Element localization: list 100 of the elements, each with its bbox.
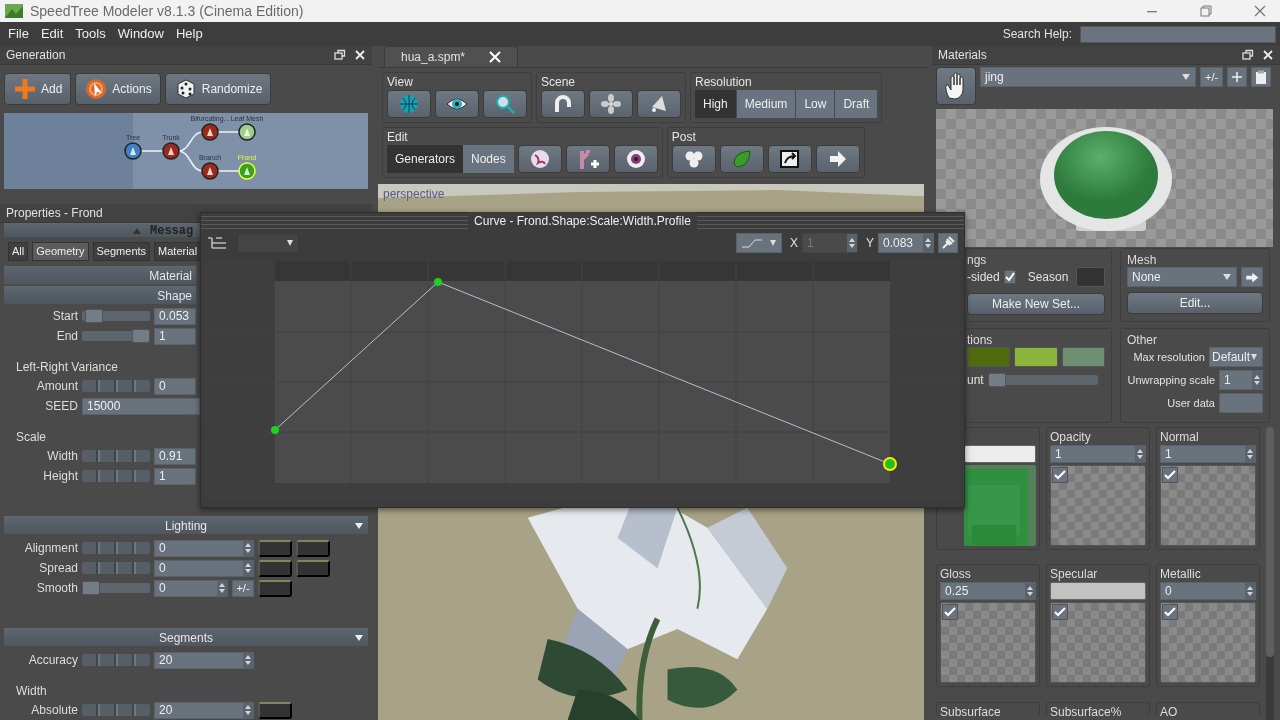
node-icon[interactable] bbox=[162, 142, 180, 160]
spin-arrows-icon[interactable] bbox=[1246, 448, 1254, 460]
spin-arrows-icon[interactable] bbox=[1253, 374, 1261, 386]
hierarchy-icon[interactable] bbox=[207, 236, 227, 250]
randomize-button[interactable]: Randomize bbox=[164, 73, 272, 105]
toggle-button[interactable]: +/- bbox=[232, 579, 254, 597]
number-field[interactable]: 1 bbox=[154, 467, 196, 485]
spin-arrows-icon[interactable] bbox=[244, 562, 252, 574]
toolbar-button[interactable] bbox=[565, 145, 610, 173]
number-field[interactable]: 0.053 bbox=[154, 307, 196, 325]
jog-wheel[interactable] bbox=[82, 542, 150, 554]
dropdown-arrow-icon[interactable] bbox=[354, 634, 364, 642]
checkbox[interactable] bbox=[1003, 270, 1016, 284]
checkbox[interactable] bbox=[1162, 604, 1178, 621]
spin-arrows-icon[interactable] bbox=[244, 654, 252, 666]
menu-item[interactable]: Help bbox=[169, 24, 209, 44]
number-field[interactable]: 1 bbox=[154, 327, 196, 345]
checkbox[interactable] bbox=[1052, 604, 1068, 621]
number-field[interactable]: 0 bbox=[154, 539, 254, 557]
toolbar-button[interactable] bbox=[483, 90, 527, 118]
spin-arrows-icon[interactable] bbox=[924, 237, 932, 249]
node-icon[interactable] bbox=[201, 123, 219, 141]
number-field[interactable]: 0.083 bbox=[878, 233, 934, 253]
number-field[interactable]: 0 bbox=[154, 377, 196, 395]
slider-track[interactable] bbox=[82, 331, 150, 341]
add-button[interactable] bbox=[1227, 67, 1248, 87]
number-field[interactable]: 0 bbox=[154, 559, 254, 577]
curve-button[interactable] bbox=[258, 579, 292, 597]
season-swatch[interactable] bbox=[1076, 267, 1105, 287]
mode-option[interactable]: Nodes bbox=[463, 145, 514, 173]
menu-item[interactable]: Window bbox=[111, 24, 170, 44]
color-swatch[interactable] bbox=[964, 445, 1036, 463]
scrollbar-thumb[interactable] bbox=[1266, 427, 1274, 657]
jog-wheel[interactable] bbox=[82, 562, 150, 574]
checkbox[interactable] bbox=[942, 604, 958, 621]
close-icon[interactable] bbox=[1254, 5, 1266, 17]
make-set-button[interactable]: Make New Set... bbox=[967, 293, 1105, 315]
section-header[interactable]: Material bbox=[4, 266, 196, 284]
curve-button[interactable] bbox=[258, 701, 292, 719]
checkbox[interactable] bbox=[1162, 467, 1178, 483]
number-field[interactable]: 20 bbox=[154, 651, 254, 669]
toolbar-button[interactable] bbox=[589, 90, 633, 118]
resolution-dropdown[interactable]: Default bbox=[1209, 347, 1263, 367]
resolution-option[interactable]: High bbox=[695, 90, 736, 118]
spin-arrows-icon[interactable] bbox=[1246, 585, 1254, 598]
menu-item[interactable]: Edit bbox=[34, 24, 70, 44]
clipboard-button[interactable] bbox=[1251, 67, 1272, 87]
color-swatch[interactable] bbox=[967, 347, 1011, 367]
tab[interactable]: Material bbox=[154, 242, 202, 261]
material-dropdown[interactable]: jing bbox=[980, 67, 1196, 87]
number-field[interactable]: 1 bbox=[1160, 445, 1256, 463]
toolbar-button[interactable] bbox=[671, 145, 716, 173]
color-swatch[interactable] bbox=[1061, 347, 1105, 367]
color-swatch[interactable] bbox=[1050, 582, 1146, 601]
toolbar-button[interactable] bbox=[517, 145, 562, 173]
float-icon[interactable] bbox=[334, 49, 346, 61]
section-header[interactable]: Segments bbox=[4, 628, 368, 646]
curve-button[interactable] bbox=[258, 559, 292, 577]
number-field[interactable]: 1 bbox=[1219, 370, 1263, 390]
jog-wheel[interactable] bbox=[82, 380, 150, 392]
text-field[interactable] bbox=[1219, 393, 1263, 413]
jog-wheel[interactable] bbox=[82, 704, 150, 716]
document-tab[interactable]: hua_a.spm* bbox=[384, 46, 519, 67]
tab[interactable]: All bbox=[8, 242, 29, 261]
spin-arrows-icon[interactable] bbox=[244, 704, 252, 716]
toolbar-button[interactable] bbox=[541, 90, 585, 118]
actions-button[interactable]: Actions bbox=[75, 73, 161, 105]
jog-wheel[interactable] bbox=[82, 470, 150, 482]
number-field[interactable]: 0.91 bbox=[154, 447, 196, 465]
tab[interactable]: Geometry bbox=[32, 242, 89, 261]
curve-button[interactable] bbox=[296, 559, 330, 577]
slider-thumb[interactable] bbox=[987, 373, 1006, 387]
jog-wheel[interactable] bbox=[82, 450, 150, 462]
mode-option[interactable]: Generators bbox=[387, 145, 464, 173]
number-field[interactable]: 0.25 bbox=[940, 582, 1036, 601]
float-icon[interactable] bbox=[1242, 49, 1254, 61]
section-header[interactable]: Lighting bbox=[4, 516, 368, 534]
resolution-option[interactable]: Low bbox=[796, 90, 835, 118]
toolbar-button[interactable] bbox=[767, 145, 812, 173]
toolbar-button[interactable] bbox=[435, 90, 479, 118]
text-field[interactable]: 15000 bbox=[82, 397, 200, 415]
slider-thumb[interactable] bbox=[84, 309, 103, 323]
node-icon[interactable] bbox=[238, 123, 256, 141]
spin-arrows-icon[interactable] bbox=[1026, 585, 1034, 598]
menu-item[interactable]: Tools bbox=[69, 24, 112, 44]
resolution-option[interactable]: Medium bbox=[736, 90, 796, 118]
slider-track[interactable] bbox=[82, 583, 150, 593]
node-icon[interactable] bbox=[201, 162, 219, 180]
dropdown-arrow-icon[interactable] bbox=[354, 522, 364, 530]
arrow-button[interactable] bbox=[1241, 267, 1263, 287]
resolution-option[interactable]: Draft bbox=[835, 90, 878, 118]
message-bar[interactable]: Messag bbox=[4, 223, 200, 237]
slider-thumb[interactable] bbox=[132, 329, 150, 343]
curve-button[interactable] bbox=[296, 539, 330, 557]
tab[interactable]: Segments bbox=[92, 242, 151, 261]
toolbar-button[interactable] bbox=[637, 90, 681, 118]
spin-arrows-icon[interactable] bbox=[244, 542, 252, 554]
add-button[interactable]: Add bbox=[4, 73, 72, 105]
number-field[interactable]: 20 bbox=[154, 701, 254, 719]
curve-type-dropdown[interactable] bbox=[735, 233, 782, 253]
